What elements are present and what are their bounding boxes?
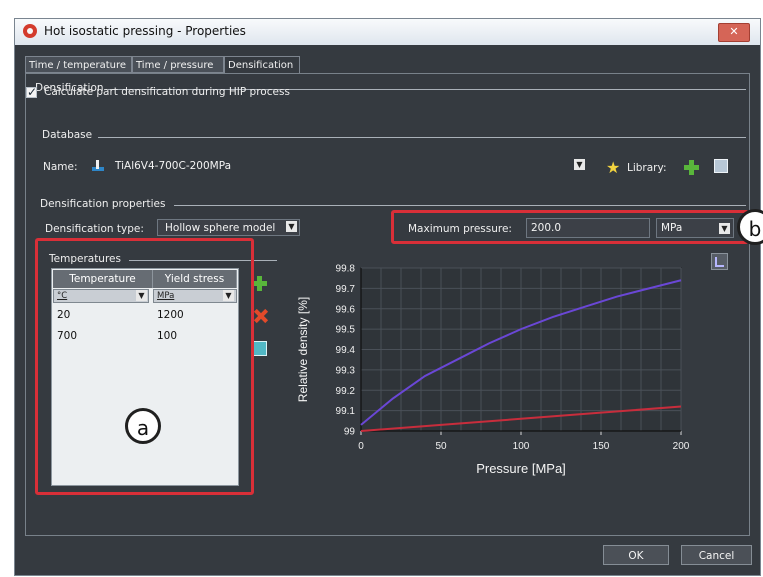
- close-button[interactable]: ✕: [718, 23, 750, 42]
- delete-row-icon[interactable]: [252, 308, 268, 324]
- chevron-down-icon: ▼: [286, 221, 297, 232]
- add-library-plus-icon[interactable]: [684, 160, 699, 175]
- densification-type-label: Densification type:: [45, 223, 144, 235]
- y-tick-label: 99.7: [336, 284, 356, 295]
- maximum-pressure-highlight-box: [391, 210, 749, 244]
- x-tick-label: 0: [358, 441, 364, 452]
- add-row-plus-icon[interactable]: [252, 276, 267, 291]
- app-logo-icon: [23, 24, 37, 38]
- database-section-title: Database: [42, 129, 93, 141]
- ok-button[interactable]: OK: [603, 545, 669, 565]
- y-tick-label: 99.5: [336, 325, 356, 336]
- y-tick-label: 99.2: [336, 386, 356, 397]
- densification-type-value: Hollow sphere model: [165, 222, 276, 234]
- properties-section-title: Densification properties: [40, 198, 166, 210]
- tab-time-pressure[interactable]: Time / pressure: [132, 56, 224, 73]
- x-tick-label: 200: [673, 441, 690, 452]
- densification-type-dropdown[interactable]: Hollow sphere model ▼: [157, 219, 300, 236]
- database-icon: [89, 158, 105, 174]
- y-tick-label: 99.8: [336, 264, 356, 275]
- y-tick-label: 99.4: [336, 345, 356, 356]
- tab-densification[interactable]: Densification: [224, 56, 300, 74]
- y-tick-label: 99: [344, 427, 356, 438]
- y-tick-label: 99.6: [336, 304, 356, 315]
- save-icon[interactable]: [714, 159, 728, 173]
- library-label: Library:: [627, 162, 667, 174]
- y-tick-label: 99.1: [336, 406, 356, 417]
- dialog-title: Hot isostatic pressing - Properties: [44, 24, 246, 38]
- callout-a: a: [125, 408, 161, 444]
- tab-time-temperature[interactable]: Time / temperature: [25, 56, 132, 73]
- density-chart: 99 99.1 99.2 99.3 99.4 99.5 99.6 99.7 99.8 0 50 100…: [296, 264, 690, 477]
- calculate-densification-checkbox[interactable]: [26, 85, 37, 99]
- y-axis-label: Relative density [%]: [296, 297, 310, 402]
- database-divider: [98, 137, 746, 138]
- chart-tool-icon[interactable]: [711, 253, 728, 270]
- x-tick-label: 100: [513, 441, 530, 452]
- dialog-titlebar: Hot isostatic pressing - Properties ✕: [15, 19, 760, 45]
- star-icon: ★: [606, 158, 621, 177]
- temperatures-highlight-box: [35, 238, 254, 495]
- database-name-value: TiAl6V4-700C-200MPa: [115, 160, 231, 172]
- chevron-down-icon: ▼: [574, 159, 585, 170]
- x-tick-label: 150: [593, 441, 610, 452]
- x-tick-label: 50: [435, 441, 447, 452]
- x-axis-label: Pressure [MPa]: [476, 461, 566, 476]
- cancel-button[interactable]: Cancel: [681, 545, 752, 565]
- calculate-densification-label: Calculate part densification during HIP …: [44, 86, 290, 98]
- y-tick-label: 99.3: [336, 365, 356, 376]
- trash-icon[interactable]: [253, 341, 267, 356]
- properties-divider: [174, 205, 746, 206]
- database-name-label: Name:: [43, 161, 78, 173]
- database-name-dropdown[interactable]: TiAl6V4-700C-200MPa ▼: [89, 158, 595, 175]
